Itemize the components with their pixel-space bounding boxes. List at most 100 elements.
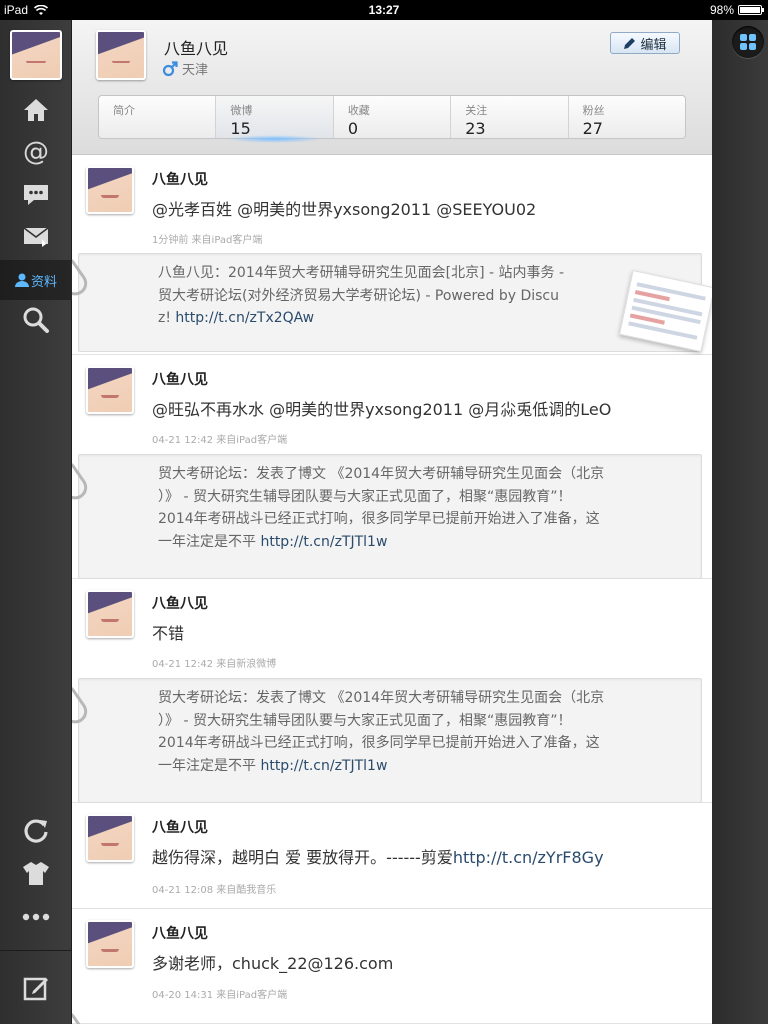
- stat-value: 27: [582, 119, 603, 138]
- post-meta: 04-21 12:42 来自新浪微博: [152, 659, 277, 670]
- more-icon: [22, 913, 50, 921]
- stat-weibo[interactable]: 微博 15: [216, 96, 334, 143]
- stat-intro[interactable]: 简介: [99, 96, 217, 138]
- timeline-post[interactable]: 八鱼八见 越伤得深，越明白 爱 要放得开。------剪爱http://t.cn…: [72, 803, 712, 909]
- repost-line: 八鱼八见：2014年贸大考研辅导研究生见面会[北京] - 站内事务 -: [158, 265, 565, 281]
- clock: 13:27: [368, 3, 400, 17]
- post-text-wrap: 越伤得深，越明白 爱 要放得开。------剪爱http://t.cn/zYrF…: [152, 844, 604, 868]
- post-avatar[interactable]: [86, 166, 134, 214]
- stat-value: 23: [465, 119, 486, 138]
- post-author[interactable]: 八鱼八见: [152, 593, 208, 613]
- post-meta: 04-21 12:42 来自iPad客户端: [152, 435, 288, 446]
- post-text: @光孝百姓 @明美的世界yxsong2011 @SEEYOU02: [152, 200, 537, 219]
- battery-icon: [738, 5, 764, 15]
- mail-icon: [23, 227, 49, 247]
- profile-location: 天津: [182, 63, 209, 78]
- app-menu-button[interactable]: [732, 26, 764, 58]
- paperclip-icon: [72, 1005, 92, 1024]
- post-link[interactable]: http://t.cn/zYrF8Gy: [453, 848, 604, 867]
- post-avatar[interactable]: [86, 814, 134, 862]
- shirt-icon: [23, 862, 49, 885]
- nav-mentions[interactable]: @: [0, 132, 72, 172]
- post-text: @旺弘不再水水 @明美的世界yxsong2011 @月尛兎低调的LeO: [152, 400, 612, 419]
- profile-header: 八鱼八见 天津 编辑 简介 微博 15 收藏 0 关注 23 粉丝 27: [72, 20, 712, 155]
- post-author[interactable]: 八鱼八见: [152, 817, 208, 837]
- profile-name: 八鱼八见: [164, 39, 229, 58]
- right-rail: [712, 20, 768, 1024]
- timeline-post[interactable]: 八鱼八见 不错 04-21 12:42 来自新浪微博 贸大考研论坛：发表了博文 …: [72, 579, 712, 803]
- stat-value: 15: [230, 119, 251, 138]
- stat-label: 粉丝: [582, 104, 605, 117]
- timeline-post[interactable]: 八鱼八见 @旺弘不再水水 @明美的世界yxsong2011 @月尛兎低调的LeO…: [72, 355, 712, 579]
- user-avatar[interactable]: [10, 30, 62, 80]
- timeline-post[interactable]: 八鱼八见 多谢老师，chuck_22@126.com 04-20 14:31 来…: [72, 909, 712, 1024]
- repost-line: 贸大考研论坛(对外经济贸易大学考研论坛) - Powered by Discu: [158, 287, 560, 304]
- edit-button-label: 编辑: [640, 37, 667, 53]
- at-mention-icon: @: [23, 137, 49, 167]
- nav-home[interactable]: [0, 90, 72, 130]
- post-author[interactable]: 八鱼八见: [152, 923, 208, 943]
- stat-label: 收藏: [347, 104, 370, 117]
- post-meta: 04-21 12:08 来自酷我音乐: [152, 885, 277, 896]
- post-avatar[interactable]: [86, 590, 134, 638]
- compose-icon: [23, 977, 48, 1001]
- stat-favorites[interactable]: 收藏 0: [334, 96, 452, 138]
- post-meta: 04-20 14:31 来自iPad客户端: [152, 990, 288, 1001]
- post-author[interactable]: 八鱼八见: [152, 169, 208, 189]
- nav-comments[interactable]: [0, 175, 72, 215]
- repost-line: ）》 - 贸大研究生辅导团队要与大家正式见面了，相聚“惠园教育”！: [158, 712, 572, 729]
- repost-link[interactable]: http://t.cn/zTJTl1w: [260, 758, 387, 774]
- nav-search[interactable]: [0, 300, 72, 340]
- repost-link[interactable]: http://t.cn/zTJTl1w: [260, 534, 387, 550]
- nav-theme[interactable]: [0, 853, 72, 893]
- post-text: 多谢老师，chuck_22@126.com: [152, 954, 394, 973]
- repost-line: ）》 - 贸大研究生辅导团队要与大家正式见面了，相聚“惠园教育”！: [158, 488, 572, 505]
- stat-following[interactable]: 关注 23: [451, 96, 569, 138]
- edit-profile-button[interactable]: 编辑: [610, 32, 680, 54]
- male-icon: [162, 60, 178, 76]
- repost-line: 贸大考研论坛：发表了博文 《2014年贸大考研辅导研究生见面会（北京: [158, 690, 605, 706]
- profile-stats-bar: 简介 微博 15 收藏 0 关注 23 粉丝 27: [98, 95, 686, 143]
- profile-icon: [14, 273, 29, 287]
- comment-icon: [24, 185, 48, 205]
- profile-avatar[interactable]: [96, 30, 146, 80]
- post-avatar[interactable]: [86, 920, 134, 968]
- search-icon: [23, 307, 49, 333]
- battery-percent: 98%: [709, 3, 734, 17]
- post-text: 不错: [152, 624, 185, 643]
- post-author[interactable]: 八鱼八见: [152, 369, 208, 389]
- repost-line: 贸大考研论坛：发表了博文 《2014年贸大考研辅导研究生见面会（北京: [158, 466, 605, 482]
- nav-messages[interactable]: [0, 217, 72, 257]
- home-icon: [24, 99, 48, 121]
- nav-compose[interactable]: [0, 968, 72, 1008]
- repost-line: 一年注定是不平: [158, 757, 261, 774]
- status-bar: iPad 13:27 98%: [0, 0, 768, 20]
- repost-card[interactable]: 八鱼八见：2014年贸大考研辅导研究生见面会[北京] - 站内事务 - 贸大考研…: [78, 253, 712, 353]
- stat-label: 简介: [113, 104, 135, 117]
- nav-more[interactable]: [0, 897, 72, 937]
- stat-followers[interactable]: 粉丝 27: [569, 96, 685, 138]
- post-meta: 1分钟前 来自iPad客户端: [152, 235, 263, 246]
- stat-value: 0: [347, 119, 358, 138]
- repost-link[interactable]: http://t.cn/zTx2QAw: [175, 310, 314, 326]
- repost-card[interactable]: 贸大考研论坛：发表了博文 《2014年贸大考研辅导研究生见面会（北京 ）》 - …: [78, 454, 702, 579]
- timeline-post[interactable]: 八鱼八见 @光孝百姓 @明美的世界yxsong2011 @SEEYOU02 1分…: [72, 155, 712, 355]
- repost-line: 2014年考研战斗已经正式打响，很多同学早已提前开始进入了准备，这: [158, 735, 600, 751]
- repost-line: 2014年考研战斗已经正式打响，很多同学早已提前开始进入了准备，这: [158, 511, 600, 527]
- post-avatar[interactable]: [86, 366, 134, 414]
- repost-line: z!: [158, 310, 176, 326]
- nav-profile-label: 资料: [30, 274, 57, 290]
- stat-label: 关注: [465, 104, 488, 117]
- nav-profile[interactable]: 资料: [0, 260, 72, 300]
- refresh-icon: [24, 819, 48, 843]
- timeline: 八鱼八见 @光孝百姓 @明美的世界yxsong2011 @SEEYOU02 1分…: [72, 155, 712, 1024]
- pencil-icon: [624, 37, 636, 49]
- nav-refresh[interactable]: [0, 810, 72, 850]
- grid-icon: [740, 34, 756, 50]
- stat-label: 微博: [230, 104, 253, 117]
- repost-line: 一年注定是不平: [158, 533, 261, 550]
- left-nav-rail: @ 资料: [0, 20, 72, 1024]
- link-thumbnail[interactable]: [619, 269, 712, 353]
- post-text: 越伤得深，越明白 爱 要放得开。------剪爱: [152, 848, 453, 867]
- repost-card[interactable]: 贸大考研论坛：发表了博文 《2014年贸大考研辅导研究生见面会（北京 ）》 - …: [78, 678, 702, 803]
